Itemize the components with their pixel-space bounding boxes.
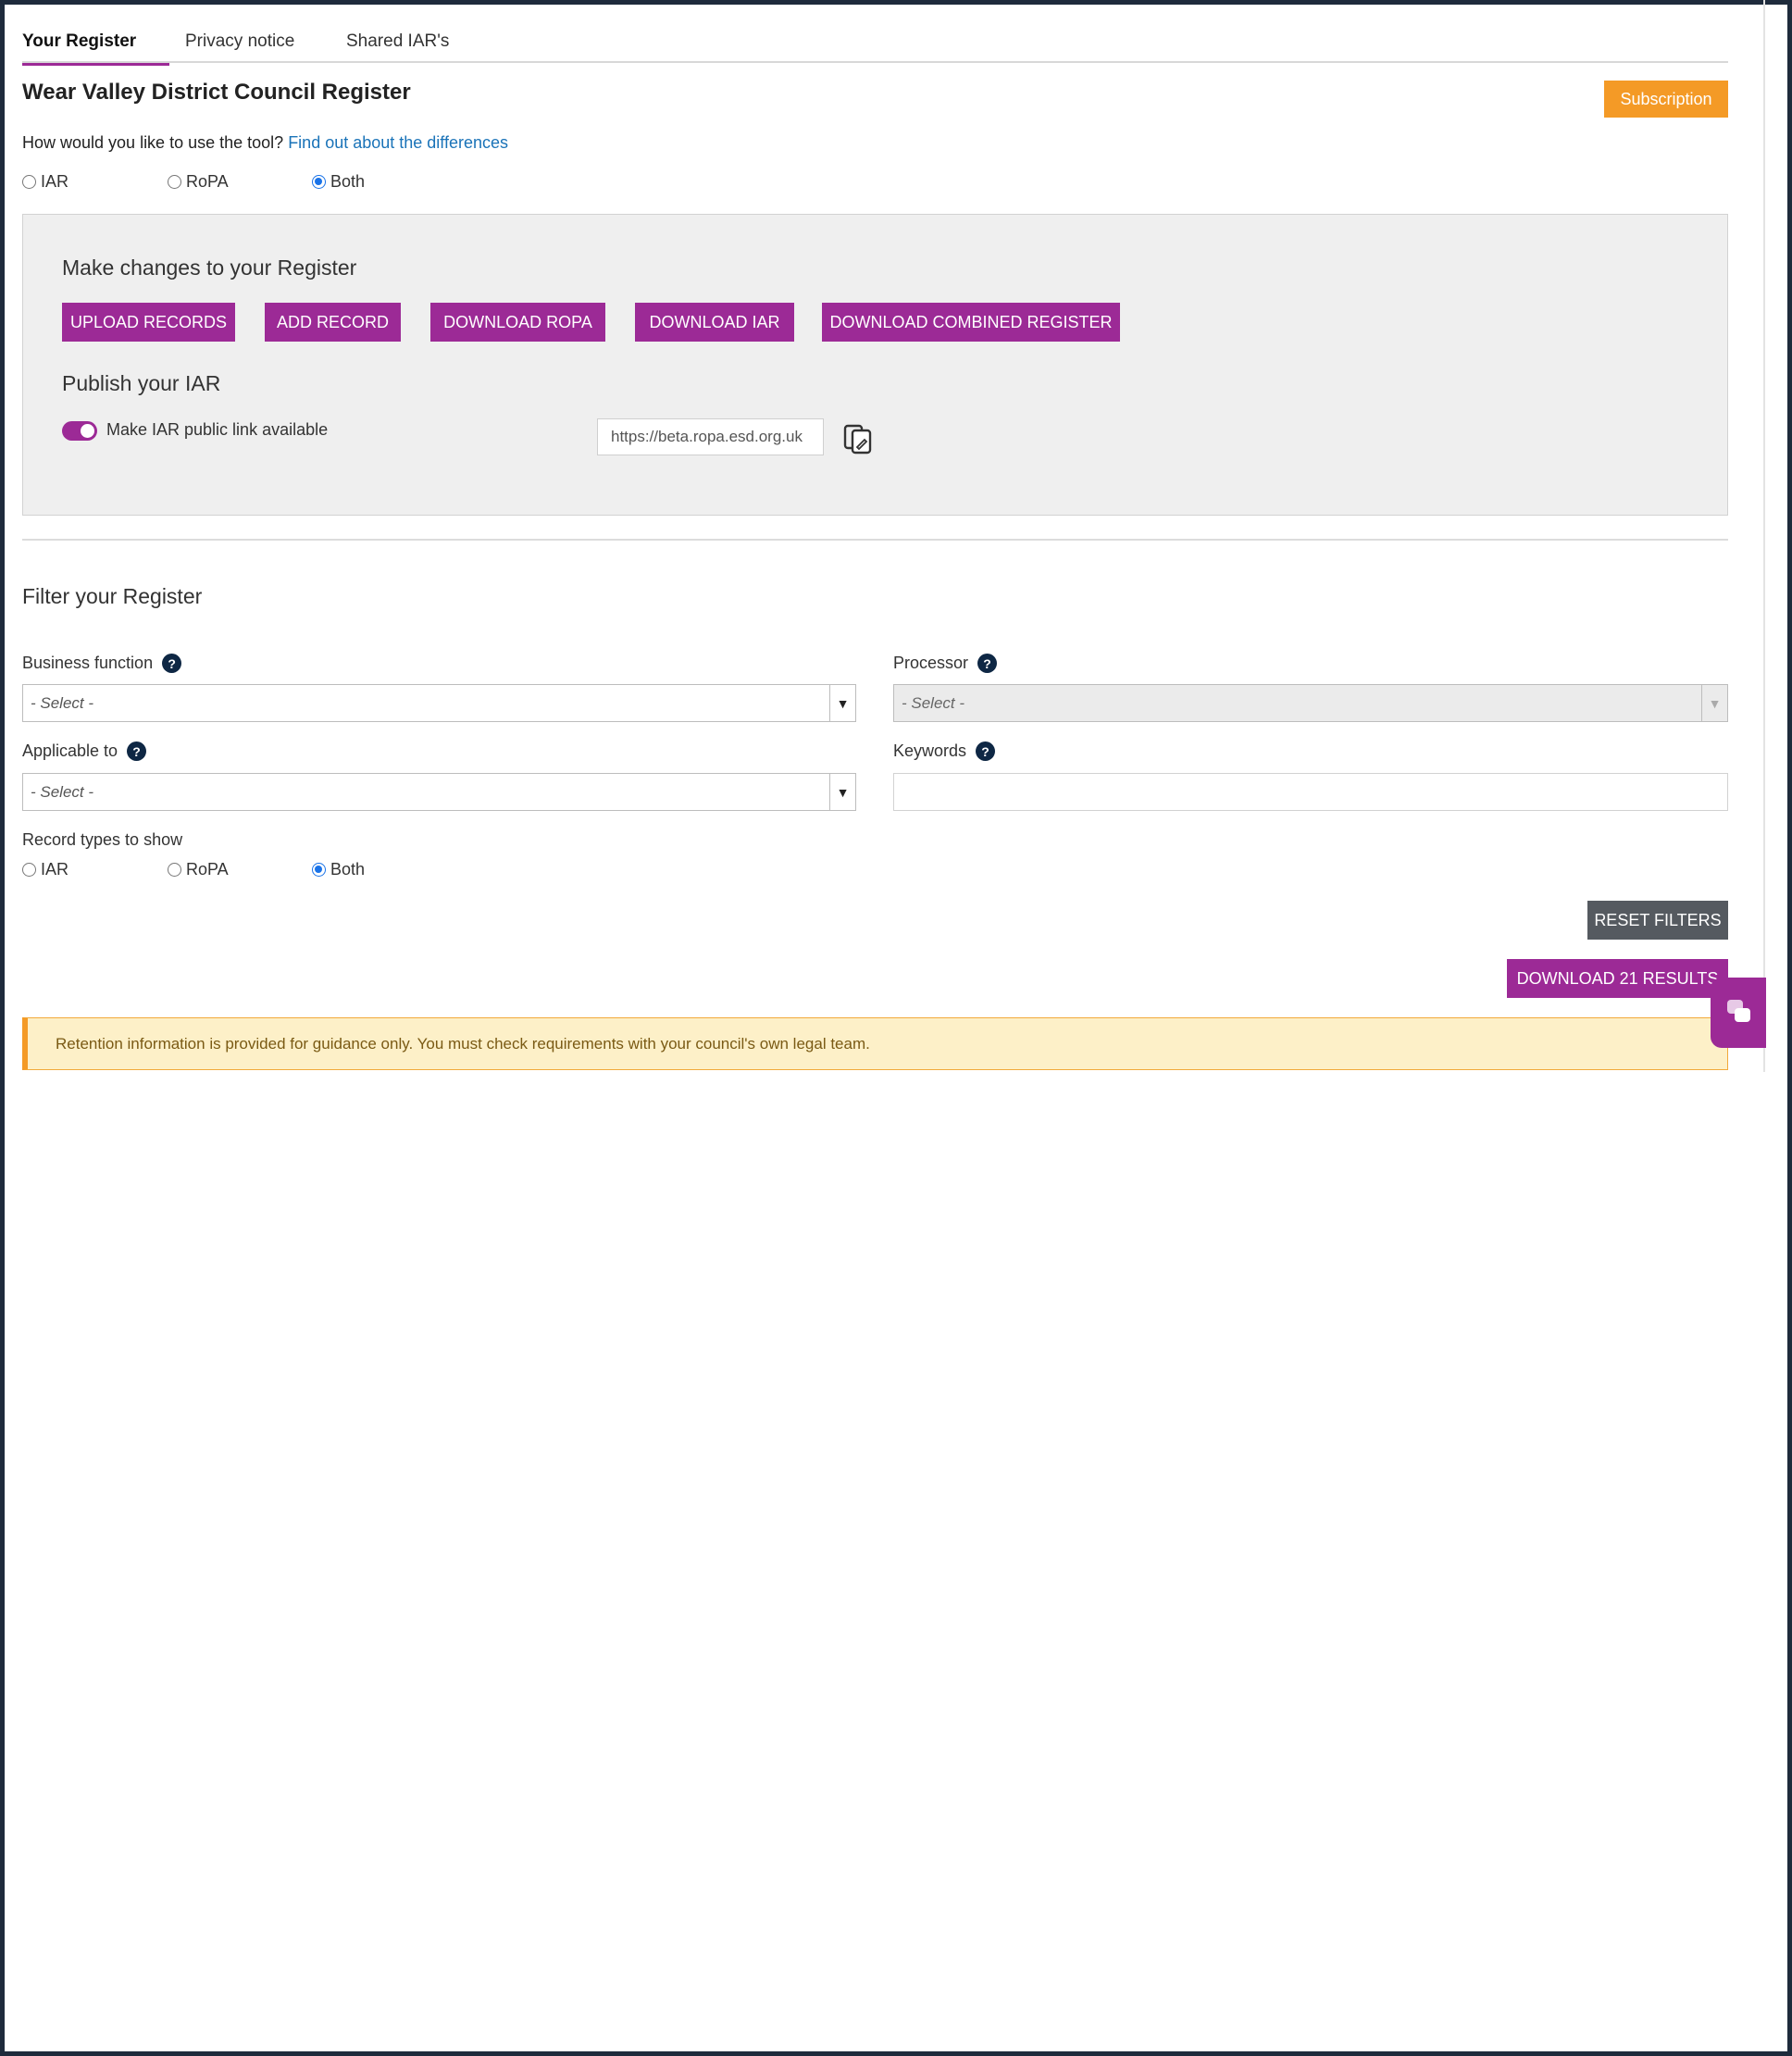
radio-label: Both (330, 860, 366, 878)
help-icon[interactable]: ? (162, 654, 182, 673)
notice-text: Retention information is provided for gu… (56, 1034, 870, 1053)
business-function-label: Business function ? (22, 654, 182, 673)
chevron-down-icon[interactable]: ▼ (829, 774, 855, 810)
tab-your-register[interactable]: Your Register (22, 31, 170, 66)
business-function-select[interactable]: - Select - ▼ (22, 684, 856, 722)
radio-circle[interactable] (168, 175, 181, 189)
chat-bubbles-icon (1727, 1000, 1750, 1022)
upload-records-button[interactable]: UPLOAD RECORDS (62, 303, 235, 342)
page-title: Wear Valley District Council Register (22, 80, 411, 105)
help-icon[interactable]: ? (127, 741, 147, 761)
record-type-radio-ropa[interactable]: RoPA (168, 860, 229, 879)
right-scroll-rule (1763, 0, 1765, 1072)
chat-widget-button[interactable] (1711, 978, 1766, 1048)
changes-panel: Make changes to your Register UPLOAD REC… (22, 214, 1728, 516)
download-iar-button[interactable]: DOWNLOAD IAR (635, 303, 794, 342)
tab-bar: Your Register Privacy notice Shared IAR'… (22, 30, 1728, 66)
usage-question-text: How would you like to use the tool? (22, 133, 284, 152)
help-icon[interactable]: ? (977, 654, 998, 673)
chevron-down-icon[interactable]: ▼ (1701, 685, 1727, 721)
chevron-down-icon[interactable]: ▼ (829, 685, 855, 721)
label-text: Business function (22, 654, 154, 672)
differences-link[interactable]: Find out about the differences (288, 133, 508, 152)
label-text: Keywords (893, 741, 967, 760)
publish-heading: Publish your IAR (62, 371, 221, 395)
usage-radio-iar[interactable]: IAR (22, 172, 68, 192)
tab-privacy-notice[interactable]: Privacy notice (185, 31, 294, 63)
record-types-radio-group: IAR RoPA Both (22, 860, 485, 882)
tab-shared-iars[interactable]: Shared IAR's (346, 31, 449, 63)
usage-question: How would you like to use the tool? Find… (22, 133, 508, 153)
applicable-to-select[interactable]: - Select - ▼ (22, 773, 856, 811)
section-divider (22, 539, 1728, 541)
processor-select[interactable]: - Select - ▼ (893, 684, 1728, 722)
select-value: - Select - (902, 693, 965, 712)
radio-label: RoPA (186, 860, 229, 878)
download-results-button[interactable]: DOWNLOAD 21 RESULTS (1507, 959, 1728, 998)
copy-link-icon[interactable] (842, 423, 874, 455)
reset-filters-button[interactable]: RESET FILTERS (1587, 901, 1728, 940)
download-ropa-button[interactable]: DOWNLOAD ROPA (430, 303, 605, 342)
download-combined-register-button[interactable]: DOWNLOAD COMBINED REGISTER (822, 303, 1120, 342)
select-value: - Select - (31, 693, 94, 712)
public-link-toggle-label: Make IAR public link available (106, 420, 329, 439)
record-types-label: Record types to show (22, 830, 182, 850)
label-text: Applicable to (22, 741, 118, 760)
changes-heading: Make changes to your Register (62, 255, 357, 280)
public-link-toggle[interactable] (62, 421, 97, 441)
usage-radio-both[interactable]: Both (312, 172, 365, 192)
radio-label: IAR (41, 172, 69, 191)
radio-circle[interactable] (168, 863, 181, 877)
radio-label: IAR (41, 860, 69, 878)
applicable-to-label: Applicable to ? (22, 741, 147, 761)
keywords-label: Keywords ? (893, 741, 996, 761)
public-link-field[interactable] (597, 418, 824, 455)
select-value: - Select - (31, 782, 94, 801)
radio-circle-checked[interactable] (312, 863, 326, 877)
subscription-button[interactable]: Subscription (1604, 81, 1728, 118)
radio-label: Both (330, 172, 366, 191)
usage-radio-ropa[interactable]: RoPA (168, 172, 229, 192)
record-type-radio-iar[interactable]: IAR (22, 860, 68, 879)
retention-notice: Retention information is provided for gu… (22, 1017, 1728, 1070)
processor-label: Processor ? (893, 654, 998, 673)
filter-heading: Filter your Register (22, 584, 203, 608)
radio-circle[interactable] (22, 863, 36, 877)
record-type-radio-both[interactable]: Both (312, 860, 365, 879)
usage-radio-group: IAR RoPA Both (22, 172, 485, 194)
help-icon[interactable]: ? (976, 741, 996, 761)
radio-circle[interactable] (22, 175, 36, 189)
label-text: Record types to show (22, 830, 183, 849)
radio-circle-checked[interactable] (312, 175, 326, 189)
radio-label: RoPA (186, 172, 229, 191)
keywords-input[interactable] (893, 773, 1728, 811)
label-text: Processor (893, 654, 969, 672)
add-record-button[interactable]: ADD RECORD (265, 303, 401, 342)
